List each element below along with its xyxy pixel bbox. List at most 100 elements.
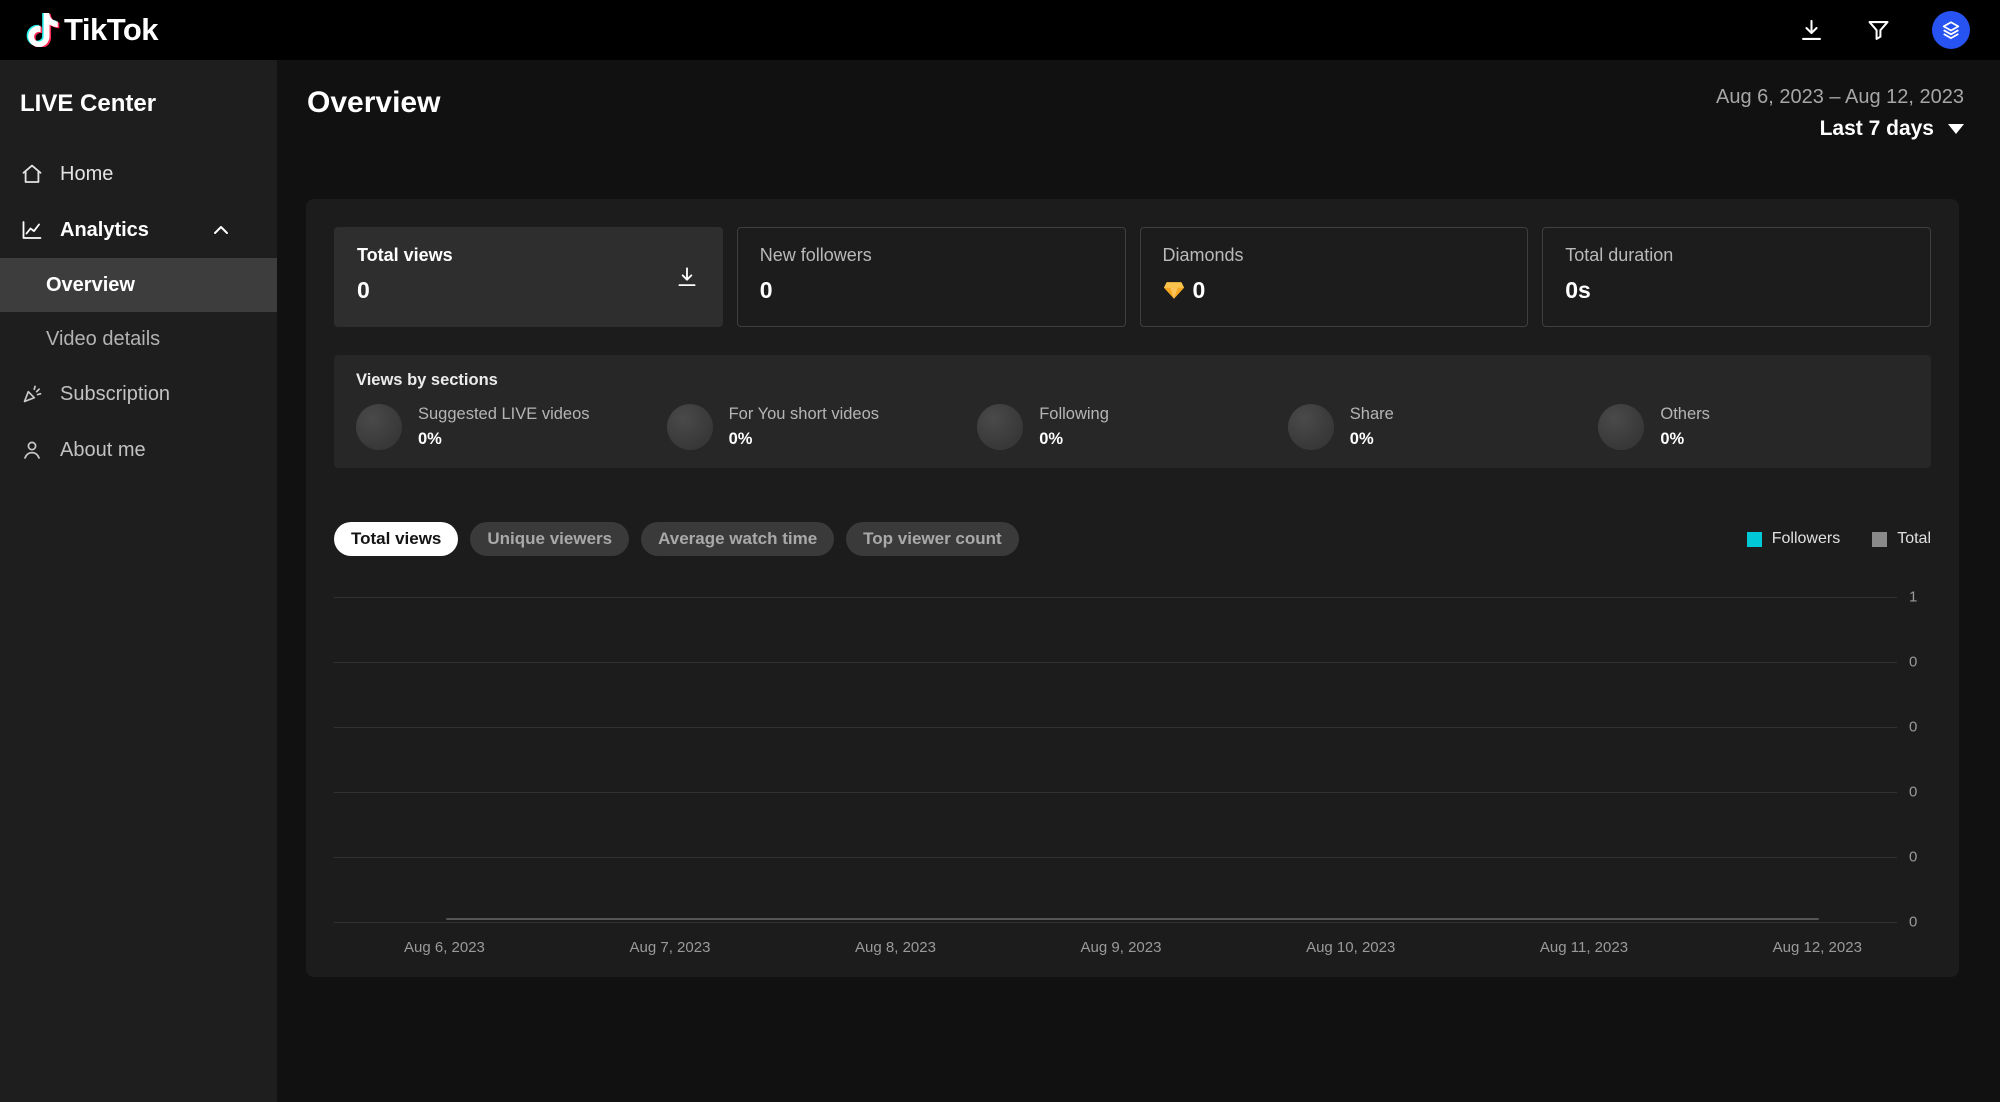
section-label: Suggested LIVE videos (418, 405, 590, 423)
x-axis-tick: Aug 6, 2023 (404, 939, 485, 956)
chart-tabs-row: Total views Unique viewers Average watch… (334, 522, 1931, 556)
app-avatar[interactable] (1932, 11, 1970, 49)
main-content: Overview Aug 6, 2023 – Aug 12, 2023 Last… (277, 60, 2000, 1102)
stat-card-diamonds[interactable]: Diamonds 0 (1139, 227, 1529, 327)
sidebar-nav: Home Analytics Overview Video details Su… (0, 146, 277, 478)
stats-row: Total views 0 New followers 0 Diamonds 0… (334, 227, 1931, 327)
pie-icon (666, 404, 713, 450)
topbar: TikTok (0, 0, 2000, 60)
stat-value: 0 (357, 277, 370, 303)
sidebar-item-about-me[interactable]: About me (0, 422, 277, 478)
pie-icon (356, 404, 402, 450)
section-label: Others (1660, 405, 1710, 423)
main-header: Overview Aug 6, 2023 – Aug 12, 2023 Last… (277, 60, 2000, 141)
tiktok-note-icon (26, 13, 60, 47)
section-item-for-you: For You short videos 0% (666, 404, 978, 450)
tiktok-logo: TikTok (26, 12, 159, 48)
section-label: Following (1039, 405, 1109, 423)
tab-top-viewer-count[interactable]: Top viewer count (846, 522, 1019, 556)
pie-icon (1598, 404, 1645, 450)
followers-swatch-icon (1746, 531, 1762, 547)
home-icon (20, 162, 44, 186)
chart-gridlines (334, 597, 1897, 923)
sidebar-item-label: Overview (46, 273, 135, 296)
y-axis-tick: 0 (1909, 783, 1918, 801)
section-item-others: Others 0% (1598, 404, 1909, 450)
sidebar-item-label: About me (60, 438, 146, 461)
sidebar-item-label: Home (60, 162, 114, 185)
tab-total-views[interactable]: Total views (334, 522, 459, 556)
stat-value: 0 (1192, 277, 1206, 303)
stat-label: Diamonds (1162, 245, 1244, 265)
analytics-icon (20, 218, 44, 242)
sidebar-item-subscription[interactable]: Subscription (0, 366, 277, 422)
section-value: 0% (728, 430, 753, 448)
x-axis-tick: Aug 9, 2023 (1080, 939, 1162, 956)
download-icon[interactable] (1798, 17, 1825, 44)
filter-icon[interactable] (1865, 17, 1892, 44)
sidebar-item-analytics[interactable]: Analytics (0, 202, 277, 258)
chevron-down-icon (1948, 124, 1964, 134)
section-label: Share (1349, 405, 1394, 423)
diamond-icon (1163, 281, 1185, 300)
x-axis-labels: Aug 6, 2023 Aug 7, 2023 Aug 8, 2023 Aug … (334, 939, 1897, 956)
date-block: Aug 6, 2023 – Aug 12, 2023 Last 7 days (1716, 86, 1964, 141)
stat-card-new-followers[interactable]: New followers 0 (736, 227, 1126, 327)
chevron-up-icon[interactable] (209, 218, 233, 242)
chart-plot-area: 1 0 0 0 0 0 (334, 589, 1917, 931)
y-axis-tick: 1 (1909, 588, 1918, 606)
pie-icon (1287, 404, 1334, 450)
sidebar-item-label: Subscription (60, 382, 171, 405)
legend-label: Followers (1771, 530, 1841, 547)
section-value: 0% (1660, 430, 1685, 448)
sidebar-item-video-details[interactable]: Video details (0, 312, 277, 366)
legend-label: Total (1897, 530, 1931, 547)
y-axis-tick: 0 (1909, 653, 1918, 671)
section-value: 0% (1349, 430, 1374, 448)
sections-items: Suggested LIVE videos 0% For You short v… (356, 404, 1909, 450)
x-axis-tick: Aug 11, 2023 (1539, 939, 1629, 956)
section-label: For You short videos (728, 405, 880, 423)
tab-unique-viewers[interactable]: Unique viewers (470, 522, 630, 556)
x-axis-tick: Aug 12, 2023 (1772, 939, 1862, 956)
live-center-screen: TikTok LIVE Center Home Analytics Overvi… (0, 0, 2000, 1102)
sidebar-item-home[interactable]: Home (0, 146, 277, 202)
x-axis-tick: Aug 10, 2023 (1306, 939, 1396, 956)
x-axis-tick: Aug 7, 2023 (629, 939, 711, 956)
legend-total: Total (1872, 530, 1931, 548)
sidebar-item-label: Video details (46, 327, 161, 350)
layers-icon (1942, 21, 1960, 40)
topbar-actions (1798, 11, 1970, 49)
y-axis-tick: 0 (1909, 848, 1918, 866)
section-value: 0% (1039, 430, 1064, 448)
stat-card-total-duration[interactable]: Total duration 0s (1542, 227, 1931, 327)
chart-legend: Followers Total (1746, 530, 1931, 548)
sections-title: Views by sections (356, 371, 498, 389)
period-label: Last 7 days (1819, 117, 1934, 140)
sidebar-item-overview[interactable]: Overview (0, 258, 277, 312)
y-axis-tick: 0 (1909, 718, 1918, 736)
line-chart: 1 0 0 0 0 0 Aug 6, 2023 Aug 7, 2023 Aug … (334, 589, 1931, 956)
period-selector[interactable]: Last 7 days (1716, 117, 1964, 141)
stat-value: 0 (759, 277, 773, 303)
tab-average-watch-time[interactable]: Average watch time (641, 522, 835, 556)
sidebar-item-label: Analytics (60, 218, 149, 241)
analytics-panel: Total views 0 New followers 0 Diamonds 0… (306, 199, 1959, 977)
section-item-suggested-live: Suggested LIVE videos 0% (356, 404, 667, 450)
date-range: Aug 6, 2023 – Aug 12, 2023 (1716, 86, 1964, 108)
total-swatch-icon (1872, 531, 1888, 547)
person-icon (20, 438, 44, 462)
legend-followers: Followers (1746, 530, 1841, 548)
stat-label: New followers (759, 245, 872, 265)
page-title: Overview (307, 86, 441, 119)
subscription-icon (20, 382, 44, 406)
stat-value: 0s (1565, 277, 1591, 303)
pie-icon (977, 404, 1024, 450)
views-by-sections: Views by sections Suggested LIVE videos … (334, 355, 1931, 468)
stat-card-total-views[interactable]: Total views 0 (334, 227, 723, 327)
download-icon[interactable] (674, 264, 700, 290)
sidebar: LIVE Center Home Analytics Overview Vide… (0, 60, 277, 1102)
stat-label: Total views (357, 245, 453, 265)
sidebar-title: LIVE Center (20, 90, 157, 117)
series-line-total (446, 918, 1819, 920)
